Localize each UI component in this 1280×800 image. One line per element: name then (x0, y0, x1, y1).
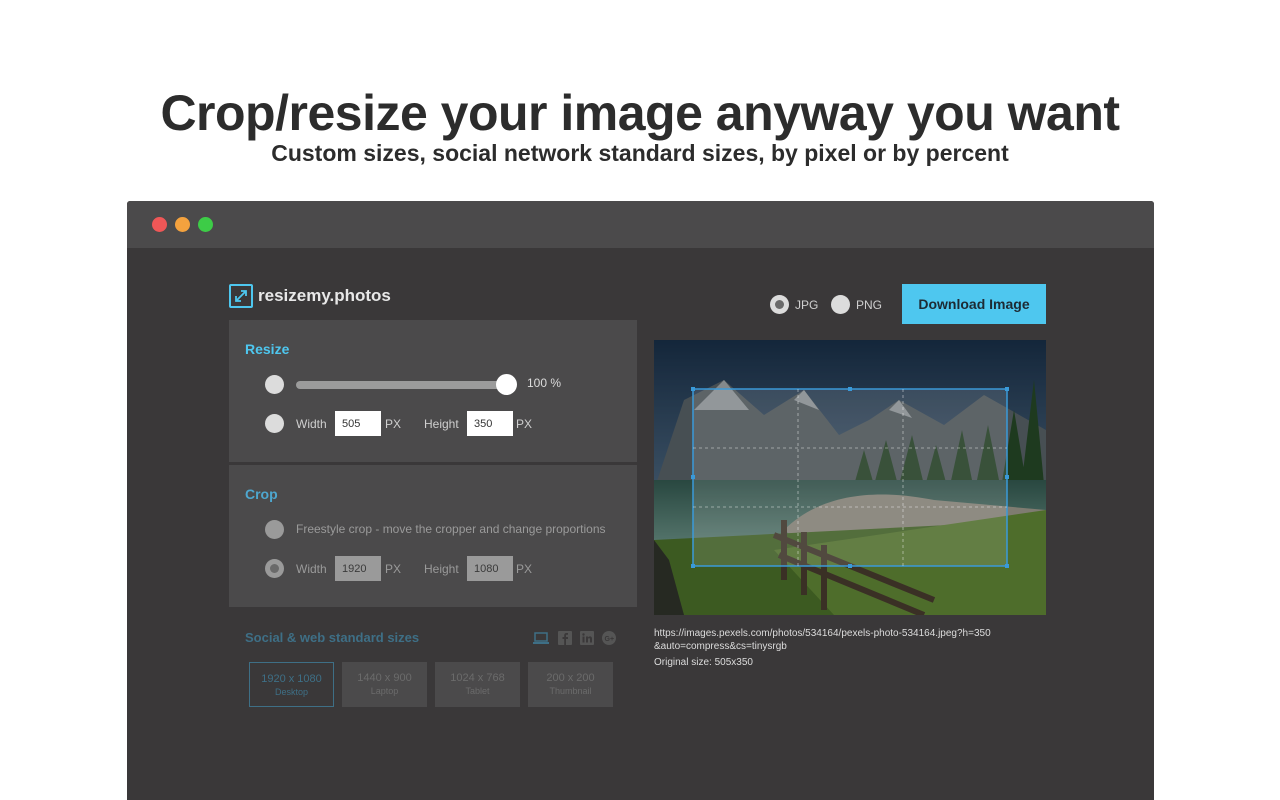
download-image-button[interactable]: Download Image (902, 284, 1046, 324)
original-size: Original size: 505x350 (654, 657, 753, 668)
laptop-icon[interactable] (533, 631, 549, 645)
format-jpg-label: JPG (795, 298, 819, 312)
resize-arrows-icon (229, 284, 253, 308)
linkedin-icon[interactable] (580, 631, 594, 645)
crop-height-input[interactable] (467, 556, 513, 581)
size-option-tablet[interactable]: 1024 x 768 Tablet (435, 662, 520, 707)
crop-pixel-radio[interactable] (265, 559, 284, 578)
resize-title: Resize (245, 341, 290, 357)
crop-width-unit: PX (385, 562, 402, 576)
resize-slider-knob[interactable] (496, 374, 517, 395)
google-plus-icon[interactable]: G+ (602, 631, 616, 645)
app-logo[interactable]: resizemy.photos (229, 284, 391, 308)
page-subheadline: Custom sizes, social network standard si… (271, 140, 1009, 166)
social-sizes-title: Social & web standard sizes (245, 630, 420, 645)
facebook-icon[interactable] (558, 631, 572, 645)
format-png-label: PNG (856, 298, 883, 312)
crop-freestyle-radio[interactable] (265, 520, 284, 539)
size-option-desktop[interactable]: 1920 x 1080 Desktop (249, 662, 334, 707)
maximize-window-button[interactable] (198, 217, 213, 232)
resize-pixel-radio[interactable] (265, 414, 284, 433)
crop-height-label: Height (424, 562, 459, 576)
resize-slider-value: 100 % (527, 376, 562, 390)
resize-height-unit: PX (516, 417, 533, 431)
crop-title: Crop (245, 486, 278, 502)
resize-width-label: Width (296, 417, 327, 431)
resize-panel: Resize 100 % Width PX Height PX (229, 320, 637, 462)
image-url: https://images.pexels.com/photos/534164/… (654, 628, 991, 652)
crop-height-unit: PX (516, 562, 533, 576)
resize-slider-track[interactable] (296, 381, 506, 389)
crop-width-label: Width (296, 562, 327, 576)
resize-width-unit: PX (385, 417, 402, 431)
resize-width-input[interactable] (335, 411, 381, 436)
crop-freestyle-label: Freestyle crop - move the cropper and ch… (296, 522, 606, 536)
svg-text:G+: G+ (605, 636, 615, 643)
image-preview (654, 340, 1046, 615)
crop-width-input[interactable] (335, 556, 381, 581)
crop-panel: Crop Freestyle crop - move the cropper a… (229, 465, 637, 607)
size-option-thumbnail[interactable]: 200 x 200 Thumbnail (528, 662, 613, 707)
window-titlebar (127, 201, 1154, 248)
close-window-button[interactable] (152, 217, 167, 232)
format-jpg-radio[interactable] (770, 295, 789, 314)
size-option-laptop[interactable]: 1440 x 900 Laptop (342, 662, 427, 707)
resize-percent-radio[interactable] (265, 375, 284, 394)
page-headline: Crop/resize your image anyway you want (160, 85, 1120, 141)
resize-height-label: Height (424, 417, 459, 431)
format-png-radio[interactable] (831, 295, 850, 314)
resize-height-input[interactable] (467, 411, 513, 436)
app-window: resizemy.photos Resize 100 % Width PX He… (127, 201, 1154, 800)
logo-text: resizemy.photos (258, 286, 391, 305)
minimize-window-button[interactable] (175, 217, 190, 232)
